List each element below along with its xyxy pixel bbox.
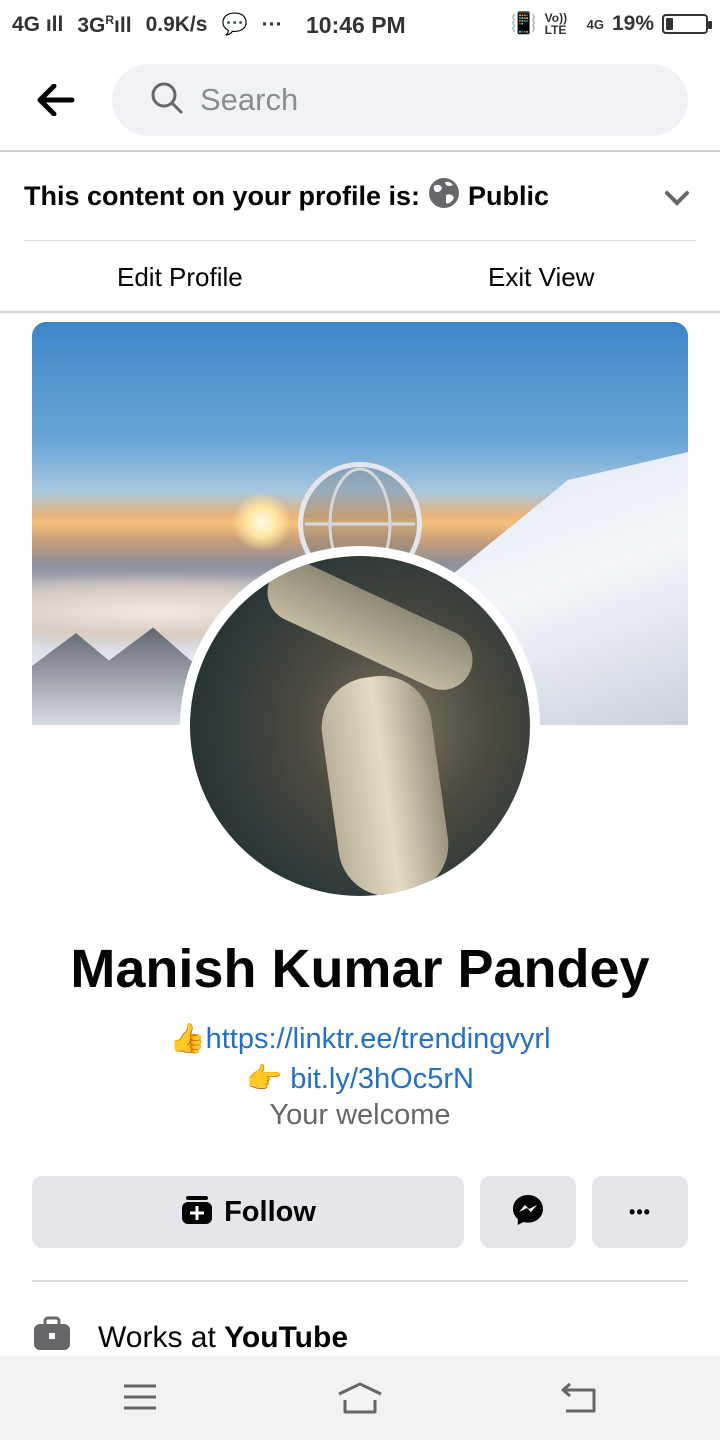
status-bar: 4G ıll 3GRıll 0.9K/s 💬 ··· 10:46 PM 📳 Vo… xyxy=(0,0,720,50)
bio-link-linktree[interactable]: https://linktr.ee/trendingvyrl xyxy=(206,1023,551,1055)
bio-line-1: 👍https://linktr.ee/trendingvyrl xyxy=(0,1022,720,1056)
messenger-icon xyxy=(511,1193,545,1232)
visibility-value: Public xyxy=(468,180,550,211)
thumbs-up-emoji: 👍 xyxy=(169,1023,206,1055)
search-input[interactable]: Search xyxy=(112,64,688,136)
visibility-label: This content on your profile is: xyxy=(24,180,421,211)
visibility-divider xyxy=(24,240,696,241)
network-4g: 4G ıll xyxy=(12,13,64,36)
about-divider xyxy=(32,1280,688,1282)
pointing-right-emoji: 👉 xyxy=(246,1063,283,1095)
profile-mode-tabs: Edit Profile Exit View xyxy=(0,242,720,312)
status-right: 📳 Vo)) LTE 4G 19% xyxy=(510,11,712,37)
volte-indicator: Vo)) LTE xyxy=(544,11,568,37)
bio-line-3: Your welcome xyxy=(0,1099,720,1132)
avatar xyxy=(190,556,530,896)
follow-button[interactable]: Follow xyxy=(32,1176,464,1248)
back-icon[interactable] xyxy=(560,1382,598,1419)
profile-picture[interactable] xyxy=(180,546,540,906)
battery-icon xyxy=(662,14,712,34)
work-prefix: Works at xyxy=(98,1321,225,1354)
chat-bubble-icon: 💬 xyxy=(221,13,248,36)
work-text: Works at YouTube xyxy=(98,1321,348,1355)
clock: 10:46 PM xyxy=(306,12,406,38)
system-nav-bar xyxy=(0,1356,720,1440)
more-dots-icon: ••• xyxy=(629,1201,651,1222)
bio-text: Your welcome xyxy=(269,1099,451,1131)
network-speed: 0.9K/s xyxy=(145,13,208,36)
overflow-dots: ··· xyxy=(261,13,283,36)
profile-name: Manish Kumar Pandey xyxy=(70,939,650,999)
follow-icon xyxy=(180,1194,214,1231)
profile-visibility-row[interactable]: This content on your profile is: Public xyxy=(24,152,696,240)
work-info-row[interactable]: Works at YouTube xyxy=(32,1316,688,1360)
bio-link-bitly[interactable]: bit.ly/3hOc5rN xyxy=(290,1063,474,1095)
follow-label: Follow xyxy=(224,1195,316,1228)
battery-percent: 19% xyxy=(611,12,654,35)
briefcase-icon xyxy=(32,1316,72,1360)
globe-icon xyxy=(428,177,460,216)
search-placeholder: Search xyxy=(200,82,299,117)
network-3g: 3GRıll xyxy=(77,12,132,37)
more-options-button[interactable]: ••• xyxy=(592,1176,688,1248)
exit-view-button[interactable]: Exit View xyxy=(488,262,594,293)
messenger-button[interactable] xyxy=(480,1176,576,1248)
search-icon xyxy=(150,81,184,120)
home-icon[interactable] xyxy=(335,1382,385,1421)
edit-profile-button[interactable]: Edit Profile xyxy=(117,262,243,293)
menu-icon[interactable] xyxy=(122,1382,158,1417)
cover-sun xyxy=(232,492,292,552)
avatar-figure-leg xyxy=(315,669,455,896)
work-employer[interactable]: YouTube xyxy=(224,1321,348,1354)
bio-line-2: 👉 bit.ly/3hOc5rN xyxy=(0,1062,720,1096)
tabs-divider xyxy=(0,311,720,313)
chevron-down-icon[interactable] xyxy=(664,182,690,213)
vibrate-icon: 📳 xyxy=(510,12,537,35)
top-bar: Search xyxy=(0,50,720,150)
lte-indicator: 4G xyxy=(586,16,604,32)
back-arrow-icon[interactable] xyxy=(36,83,76,117)
